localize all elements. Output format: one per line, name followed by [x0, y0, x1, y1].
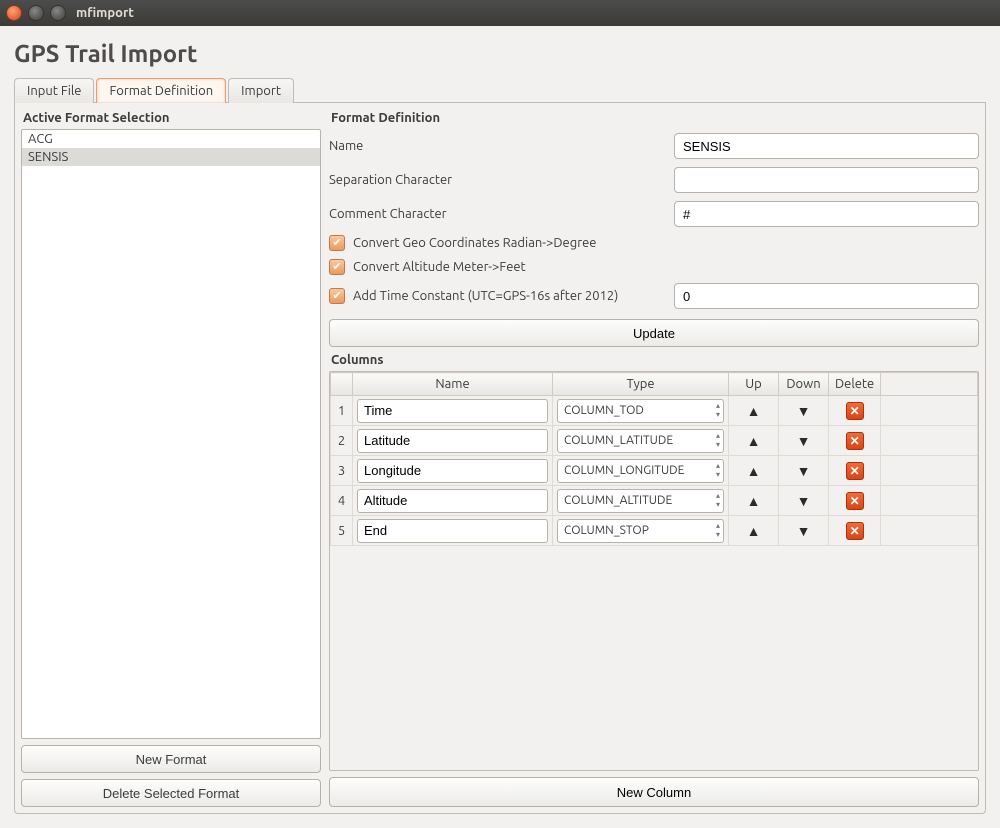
format-list-item[interactable]: ACG — [22, 130, 320, 148]
update-button[interactable]: Update — [329, 319, 979, 347]
tab-import[interactable]: Import — [228, 78, 294, 103]
column-name-input[interactable] — [357, 459, 548, 483]
time-constant-input[interactable] — [674, 283, 979, 309]
format-definition-heading: Format Definition — [331, 111, 977, 125]
row-index: 5 — [331, 516, 353, 546]
column-name-input[interactable] — [357, 429, 548, 453]
convert-geo-label: Convert Geo Coordinates Radian->Degree — [353, 236, 596, 250]
column-type-select[interactable]: COLUMN_LONGITUDE▴▾ — [557, 459, 724, 483]
move-up-icon[interactable]: ▲ — [747, 523, 761, 539]
col-header-delete[interactable]: Delete — [829, 373, 881, 396]
move-down-icon[interactable]: ▼ — [797, 523, 811, 539]
table-row: 2 COLUMN_LATITUDE▴▾ ▲ ▼ ✕ — [331, 426, 978, 456]
spinner-icon: ▴▾ — [716, 401, 720, 419]
spinner-icon: ▴▾ — [716, 521, 720, 539]
column-type-select[interactable]: COLUMN_STOP▴▾ — [557, 519, 724, 543]
delete-row-icon[interactable]: ✕ — [846, 522, 864, 540]
close-icon[interactable] — [6, 5, 22, 21]
columns-heading: Columns — [331, 353, 977, 367]
tab-input-file[interactable]: Input File — [14, 78, 94, 103]
tab-panel: Active Format Selection ACG SENSIS New F… — [14, 103, 986, 814]
new-column-button[interactable]: New Column — [329, 777, 979, 807]
move-up-icon[interactable]: ▲ — [747, 403, 761, 419]
move-up-icon[interactable]: ▲ — [747, 433, 761, 449]
move-up-icon[interactable]: ▲ — [747, 493, 761, 509]
tab-format-definition[interactable]: Format Definition — [96, 78, 226, 103]
comment-label: Comment Character — [329, 207, 664, 221]
name-input[interactable] — [674, 133, 979, 159]
active-format-heading: Active Format Selection — [23, 111, 319, 125]
move-down-icon[interactable]: ▼ — [797, 463, 811, 479]
delete-row-icon[interactable]: ✕ — [846, 462, 864, 480]
tabs: Input File Format Definition Import — [14, 77, 986, 103]
comment-input[interactable] — [674, 201, 979, 227]
column-type-select[interactable]: COLUMN_TOD▴▾ — [557, 399, 724, 423]
minimize-icon[interactable] — [28, 5, 44, 21]
column-type-select[interactable]: COLUMN_ALTITUDE▴▾ — [557, 489, 724, 513]
row-index: 1 — [331, 396, 353, 426]
separation-input[interactable] — [674, 167, 979, 193]
row-index: 2 — [331, 426, 353, 456]
convert-alt-label: Convert Altitude Meter->Feet — [353, 260, 526, 274]
maximize-icon[interactable] — [50, 5, 66, 21]
spinner-icon: ▴▾ — [716, 431, 720, 449]
col-header-name[interactable]: Name — [353, 373, 553, 396]
col-header-down[interactable]: Down — [779, 373, 829, 396]
col-header-up[interactable]: Up — [729, 373, 779, 396]
row-index: 4 — [331, 486, 353, 516]
delete-row-icon[interactable]: ✕ — [846, 402, 864, 420]
separation-label: Separation Character — [329, 173, 664, 187]
convert-alt-checkbox[interactable] — [329, 259, 345, 275]
name-label: Name — [329, 139, 664, 153]
window-title: mfimport — [76, 6, 134, 20]
add-time-label: Add Time Constant (UTC=GPS-16s after 201… — [353, 289, 666, 303]
delete-format-button[interactable]: Delete Selected Format — [21, 779, 321, 807]
delete-row-icon[interactable]: ✕ — [846, 492, 864, 510]
spinner-icon: ▴▾ — [716, 491, 720, 509]
format-list-item[interactable]: SENSIS — [22, 148, 320, 166]
spinner-icon: ▴▾ — [716, 461, 720, 479]
column-name-input[interactable] — [357, 519, 548, 543]
delete-row-icon[interactable]: ✕ — [846, 432, 864, 450]
move-down-icon[interactable]: ▼ — [797, 433, 811, 449]
new-format-button[interactable]: New Format — [21, 745, 321, 773]
table-row: 4 COLUMN_ALTITUDE▴▾ ▲ ▼ ✕ — [331, 486, 978, 516]
col-header-type[interactable]: Type — [553, 373, 729, 396]
column-name-input[interactable] — [357, 489, 548, 513]
table-row: 3 COLUMN_LONGITUDE▴▾ ▲ ▼ ✕ — [331, 456, 978, 486]
move-down-icon[interactable]: ▼ — [797, 493, 811, 509]
titlebar: mfimport — [0, 0, 1000, 26]
page-title: GPS Trail Import — [14, 40, 986, 67]
convert-geo-checkbox[interactable] — [329, 235, 345, 251]
add-time-checkbox[interactable] — [329, 288, 345, 304]
move-down-icon[interactable]: ▼ — [797, 403, 811, 419]
column-type-select[interactable]: COLUMN_LATITUDE▴▾ — [557, 429, 724, 453]
table-row: 5 COLUMN_STOP▴▾ ▲ ▼ ✕ — [331, 516, 978, 546]
columns-table: Name Type Up Down Delete 1 COLUMN_TOD▴▾ ▲ ▼… — [329, 371, 979, 771]
table-row: 1 COLUMN_TOD▴▾ ▲ ▼ ✕ — [331, 396, 978, 426]
format-list[interactable]: ACG SENSIS — [21, 129, 321, 739]
column-name-input[interactable] — [357, 399, 548, 423]
row-index: 3 — [331, 456, 353, 486]
move-up-icon[interactable]: ▲ — [747, 463, 761, 479]
